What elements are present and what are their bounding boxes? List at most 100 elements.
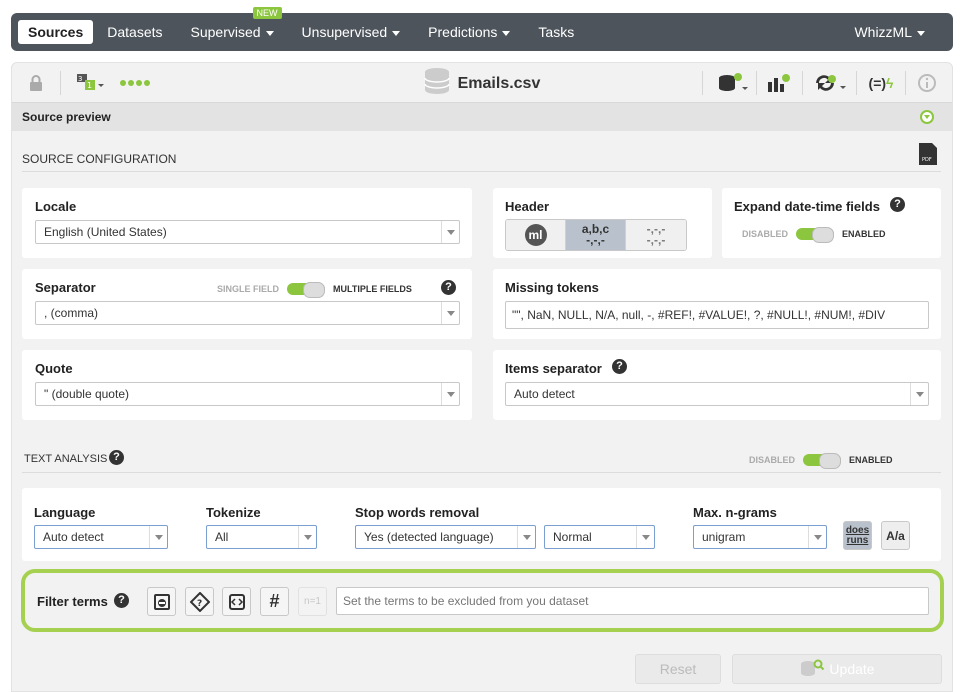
locale-label: Locale	[35, 199, 77, 214]
tokenize-value: All	[215, 530, 229, 544]
nav-user-menu[interactable]: WhizzML	[840, 20, 939, 44]
source-preview-bar[interactable]: Source preview	[12, 103, 952, 131]
language-select[interactable]: Auto detect	[34, 525, 168, 549]
ngram-filter-button[interactable]: n=1	[298, 587, 327, 616]
expand-datetime-toggle[interactable]: DISABLED ENABLED	[742, 227, 886, 243]
filter-unknown-button[interactable]: ?	[185, 587, 214, 616]
toggle-switch[interactable]	[803, 453, 842, 469]
separator-card: Separator SINGLE FIELD MULTIPLE FIELDS ?…	[22, 269, 472, 339]
script-icon[interactable]	[812, 71, 848, 95]
nav-sources[interactable]: Sources	[18, 20, 94, 44]
ngrams-value: unigram	[702, 530, 746, 544]
missing-tokens-input[interactable]: "", NaN, NULL, N/A, null, -, #REF!, #VAL…	[505, 301, 929, 329]
expand-datetime-card: Expand date-time fields ? DISABLED ENABL…	[722, 188, 941, 258]
toggle-off-label: DISABLED	[749, 455, 796, 465]
info-icon[interactable]	[916, 71, 938, 95]
separator-mode-toggle[interactable]: SINGLE FIELD MULTIPLE FIELDS	[217, 282, 412, 298]
stemming-button-label: does runs	[845, 524, 870, 546]
nav-unsupervised[interactable]: Unsupervised	[288, 20, 415, 44]
stop-words-label: Stop words removal	[355, 505, 480, 520]
source-title: Emails.csv	[12, 68, 952, 95]
case-sensitive-button[interactable]: A/a	[881, 521, 910, 550]
toolbar-divider	[856, 71, 857, 95]
toggle-on-label: ENABLED	[849, 455, 893, 465]
section-divider	[22, 171, 941, 172]
locale-card: Locale English (United States)	[22, 188, 472, 258]
nav-datasets[interactable]: Datasets	[93, 20, 176, 44]
reset-button[interactable]: Reset	[635, 654, 721, 684]
source-filename: Emails.csv	[457, 75, 541, 93]
expand-datetime-label: Expand date-time fields	[734, 199, 880, 214]
nav-user-label: WhizzML	[854, 24, 912, 40]
header-card: Header ml a,b,c -,-,- -,-,- -,-,-	[493, 188, 712, 258]
hashtag-icon[interactable]: #	[260, 587, 289, 616]
items-separator-card: Items separator ? Auto detect	[493, 350, 941, 420]
model-configure-icon[interactable]	[765, 71, 793, 95]
dataset-configure-icon[interactable]	[715, 71, 749, 95]
items-separator-value: Auto detect	[514, 387, 575, 401]
quote-label: Quote	[35, 361, 73, 376]
items-separator-label: Items separator	[505, 361, 602, 376]
expand-toggle-icon[interactable]	[920, 110, 934, 124]
chevron-down-icon	[502, 30, 511, 36]
toggle-switch[interactable]	[287, 282, 326, 298]
language-value: Auto detect	[43, 530, 104, 544]
header-auto-button[interactable]: ml	[506, 220, 566, 250]
toolbar-divider	[756, 71, 757, 95]
stemming-button[interactable]: does runs	[843, 521, 872, 550]
help-icon[interactable]: ?	[441, 280, 456, 295]
header-no-button[interactable]: -,-,- -,-,-	[626, 220, 686, 250]
ngrams-select[interactable]: unigram	[693, 525, 827, 549]
nav-predictions-label: Predictions	[428, 24, 498, 40]
header-yes-button[interactable]: a,b,c -,-,-	[566, 220, 626, 250]
formula-icon[interactable]: (=) ϟ	[864, 71, 898, 95]
chevron-down-icon	[910, 383, 928, 405]
language-label: Language	[34, 505, 96, 520]
quote-select[interactable]: " (double quote)	[35, 382, 460, 406]
chevron-down-icon	[298, 526, 316, 548]
filter-html-button[interactable]	[222, 587, 251, 616]
nav-predictions[interactable]: Predictions	[414, 20, 524, 44]
ngrams-label: Max. n-grams	[693, 505, 777, 520]
top-navbar: Sources Datasets Supervised NEW Unsuperv…	[11, 7, 953, 51]
stop-words-select[interactable]: Yes (detected language)	[355, 525, 536, 549]
code-icon	[228, 593, 245, 610]
filter-non-dictionary-button[interactable]	[147, 587, 176, 616]
toggle-switch[interactable]	[796, 227, 835, 243]
svg-text:?: ?	[197, 599, 202, 609]
missing-tokens-card: Missing tokens "", NaN, NULL, N/A, null,…	[493, 269, 941, 339]
chevron-down-icon	[441, 302, 459, 324]
help-icon[interactable]: ?	[612, 359, 627, 374]
toolbar-divider	[905, 71, 906, 95]
source-panel: 31 Emails.csv (=) ϟ Source preview SOURCE…	[11, 62, 953, 692]
book-icon	[153, 593, 170, 610]
separator-select[interactable]: , (comma)	[35, 301, 460, 325]
chevron-down-icon	[392, 30, 401, 36]
text-analysis-toggle[interactable]: DISABLED ENABLED	[749, 453, 893, 469]
section-divider	[22, 472, 941, 473]
help-icon[interactable]: ?	[109, 450, 124, 465]
chevron-down-icon	[917, 30, 925, 36]
nav-supervised[interactable]: Supervised NEW	[177, 7, 288, 44]
locale-select[interactable]: English (United States)	[35, 220, 460, 244]
update-button[interactable]: Update	[732, 654, 942, 684]
source-preview-label: Source preview	[22, 110, 111, 124]
nav-tasks[interactable]: Tasks	[524, 20, 588, 44]
chevron-down-icon	[517, 526, 535, 548]
stop-words-level-select[interactable]: Normal	[544, 525, 655, 549]
toggle-on-label: ENABLED	[842, 229, 886, 239]
items-separator-select[interactable]: Auto detect	[505, 382, 929, 406]
pdf-icon[interactable]: PDF	[919, 143, 937, 170]
database-search-icon	[801, 659, 825, 676]
filter-terms-input[interactable]	[336, 587, 929, 615]
diamond-question-icon: ?	[189, 591, 210, 612]
separator-value: , (comma)	[44, 306, 98, 320]
filter-terms-box: Filter terms ? ? # n=1	[21, 569, 944, 632]
header-no-line-2: -,-,-	[646, 233, 666, 247]
text-analysis-title: TEXT ANALYSIS	[24, 453, 108, 465]
locale-value: English (United States)	[44, 225, 167, 239]
help-icon[interactable]: ?	[114, 593, 129, 608]
help-icon[interactable]: ?	[890, 197, 905, 212]
tokenize-select[interactable]: All	[206, 525, 317, 549]
update-button-label: Update	[829, 661, 875, 677]
